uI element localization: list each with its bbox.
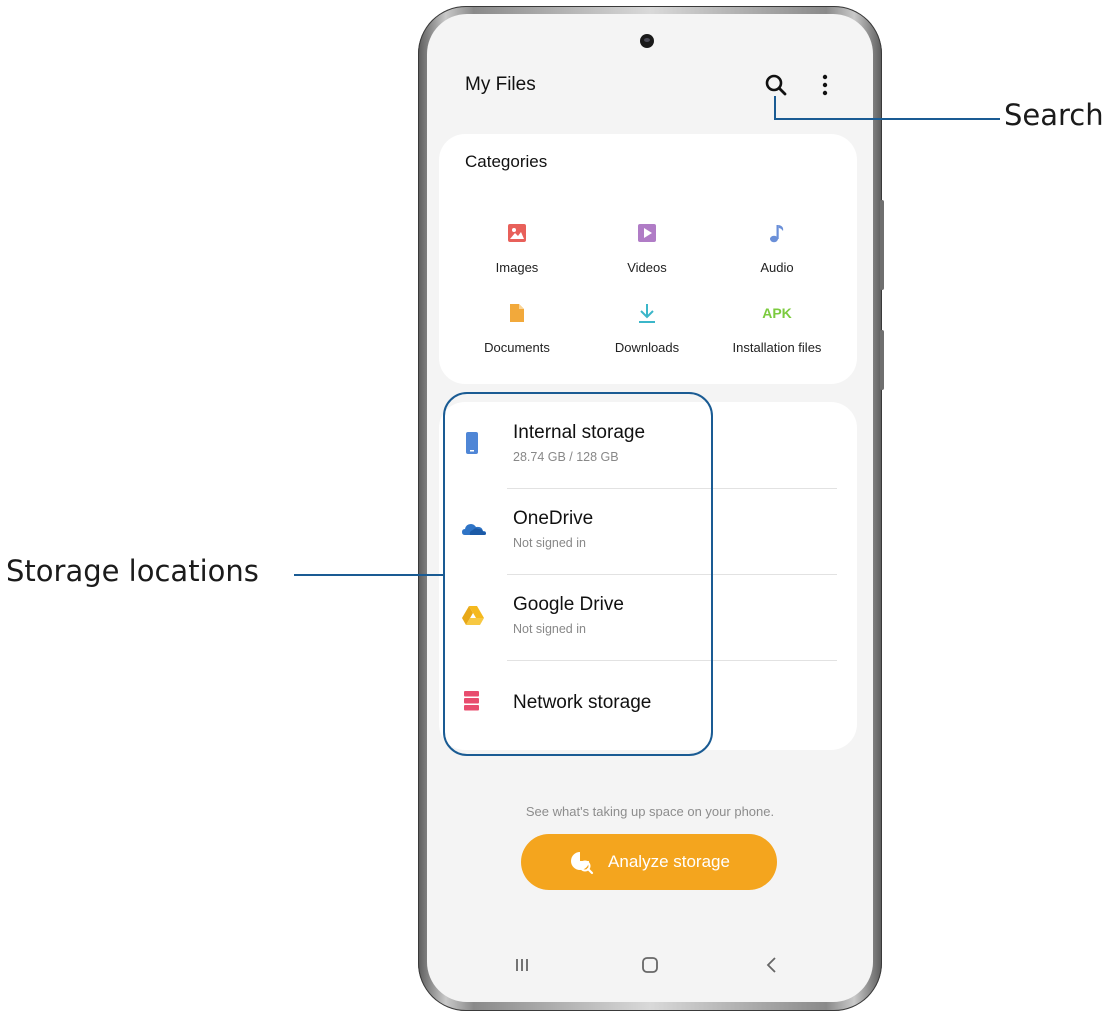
recents-icon[interactable] bbox=[507, 950, 537, 980]
search-icon[interactable] bbox=[763, 72, 789, 98]
category-audio[interactable]: Audio bbox=[707, 222, 847, 275]
category-images[interactable]: Images bbox=[447, 222, 587, 275]
categories-card: Categories Images Videos Audio Documents bbox=[439, 134, 857, 384]
apk-icon-text: APK bbox=[762, 305, 792, 321]
category-label: Documents bbox=[484, 340, 550, 355]
more-options-icon[interactable] bbox=[815, 72, 835, 98]
category-label: Videos bbox=[627, 260, 667, 275]
video-icon bbox=[636, 222, 658, 244]
app-title: My Files bbox=[465, 74, 536, 95]
storage-callout-label: Storage locations bbox=[6, 554, 259, 588]
home-icon[interactable] bbox=[635, 950, 665, 980]
search-callout-label: Search bbox=[1004, 98, 1104, 132]
side-button bbox=[880, 200, 884, 290]
apk-icon: APK bbox=[757, 302, 797, 324]
category-label: Downloads bbox=[614, 340, 680, 355]
category-label: Images bbox=[495, 260, 539, 275]
category-documents[interactable]: Documents bbox=[447, 302, 587, 355]
analyze-storage-label: Analyze storage bbox=[608, 852, 730, 871]
category-label: Installation files bbox=[732, 340, 822, 355]
side-button bbox=[880, 330, 884, 390]
image-icon bbox=[506, 222, 528, 244]
category-installation-files[interactable]: APK Installation files bbox=[707, 302, 847, 355]
navigation-bar bbox=[427, 932, 873, 1002]
document-icon bbox=[506, 302, 528, 324]
analyze-storage-button[interactable]: Analyze storage bbox=[521, 834, 777, 890]
download-icon bbox=[636, 302, 658, 324]
category-label: Audio bbox=[760, 260, 794, 275]
analyze-hint: See what's taking up space on your phone… bbox=[525, 804, 775, 819]
category-videos[interactable]: Videos bbox=[577, 222, 717, 275]
storage-highlight-box bbox=[443, 392, 713, 756]
search-callout-line bbox=[774, 118, 1000, 120]
music-note-icon bbox=[766, 222, 788, 244]
camera-hole bbox=[640, 34, 654, 48]
analyze-storage-icon bbox=[568, 849, 594, 875]
back-icon[interactable] bbox=[757, 950, 787, 980]
categories-heading: Categories bbox=[465, 152, 548, 171]
storage-callout-line bbox=[294, 574, 444, 576]
category-downloads[interactable]: Downloads bbox=[577, 302, 717, 355]
search-callout-line bbox=[774, 96, 776, 120]
